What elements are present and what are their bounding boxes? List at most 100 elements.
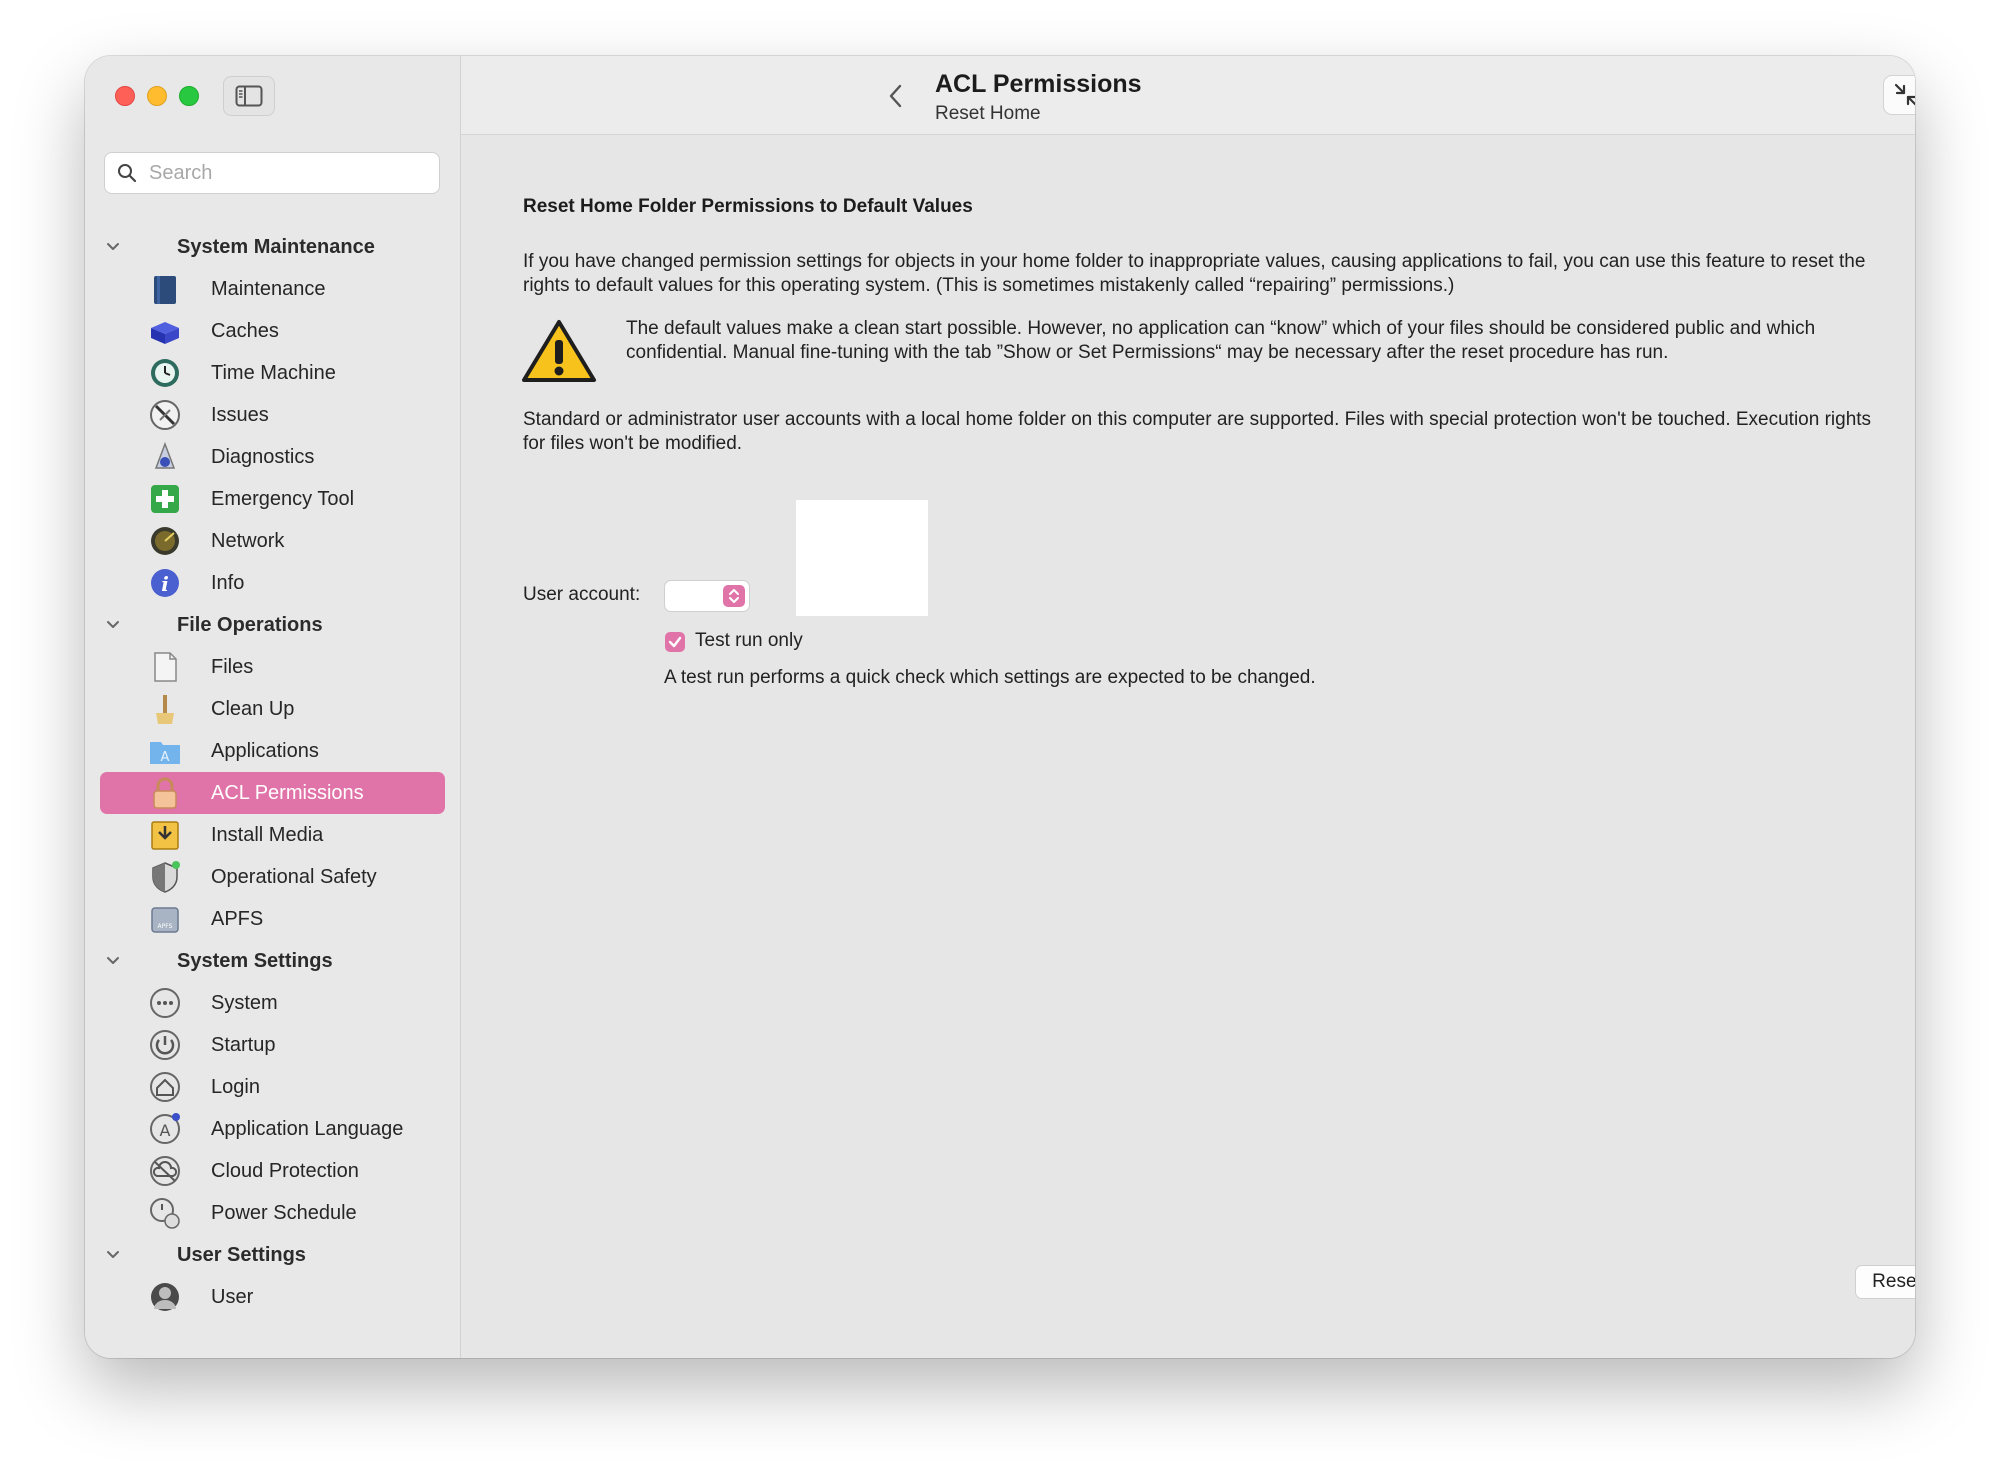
schedule-icon	[150, 1198, 180, 1229]
sidebar-item-label: Info	[211, 571, 245, 594]
sidebar-item-install-media[interactable]: Install Media	[100, 814, 445, 856]
sidebar-item-label: Login	[211, 1075, 260, 1098]
system-icon	[150, 988, 180, 1018]
sidebar-item-caches[interactable]: Caches	[100, 310, 445, 352]
home-icon	[150, 1072, 180, 1102]
zoom-window-button[interactable]	[179, 86, 199, 106]
toolbar: ACL Permissions Reset Home ?	[461, 56, 1915, 135]
sidebar-item-label: System	[211, 991, 278, 1014]
back-button[interactable]	[885, 83, 907, 114]
sidebar-group-header[interactable]: System Maintenance	[85, 226, 460, 268]
sidebar-toggle-button[interactable]	[223, 76, 275, 116]
description-text: If you have changed permission settings …	[523, 251, 1866, 296]
svg-text:A: A	[160, 1121, 171, 1140]
sidebar-item-maintenance[interactable]: Maintenance	[100, 268, 445, 310]
sidebar-item-emergency-tool[interactable]: Emergency Tool	[100, 478, 445, 520]
chevron-down-icon[interactable]	[105, 618, 121, 632]
files-icon	[154, 652, 177, 682]
sidebar-group-title: System Maintenance	[177, 235, 375, 258]
chevron-up-down-icon	[729, 589, 739, 603]
sidebar-item-label: Startup	[211, 1033, 276, 1056]
sidebar-item-login[interactable]: Login	[100, 1066, 445, 1108]
collapse-view-button[interactable]	[1883, 75, 1915, 115]
search-field[interactable]	[104, 152, 440, 194]
language-icon: A	[150, 1113, 180, 1144]
svg-text:APFS: APFS	[158, 923, 173, 930]
lock-icon	[153, 777, 177, 809]
sidebar-item-files[interactable]: Files	[100, 646, 445, 688]
sidebar-item-label: Issues	[211, 403, 269, 426]
sidebar-group-title: System Settings	[177, 949, 333, 972]
sidebar-item-label: ACL Permissions	[211, 781, 364, 804]
sidebar-item-label: APFS	[211, 907, 264, 930]
sidebar-item-application-language[interactable]: A Application Language	[100, 1108, 445, 1150]
sidebar-group-header[interactable]: File Operations	[85, 604, 460, 646]
sidebar-group-header[interactable]: User Settings	[85, 1234, 460, 1276]
sidebar-item-cloud-protection[interactable]: Cloud Protection	[100, 1150, 445, 1192]
time-machine-icon	[151, 359, 179, 387]
test-run-note: A test run performs a quick check which …	[664, 667, 1316, 688]
app-window: System Maintenance Maintenance Caches Time …	[85, 56, 1915, 1358]
sidebar-item-system[interactable]: System	[100, 982, 445, 1024]
collapse-arrows-icon	[1894, 83, 1915, 106]
sidebar-item-label: Files	[211, 655, 254, 678]
sidebar-item-label: Clean Up	[211, 697, 295, 720]
emergency-tool-icon	[151, 485, 179, 513]
svg-text:i: i	[161, 572, 169, 596]
window-controls	[115, 86, 199, 106]
sidebar-item-power-schedule[interactable]: Power Schedule	[100, 1192, 445, 1234]
user-icon	[151, 1283, 179, 1311]
sidebar-item-label: Emergency Tool	[211, 487, 355, 510]
sidebar-item-acl-permissions[interactable]: ACL Permissions	[100, 772, 445, 814]
sidebar-item-user[interactable]: User	[100, 1276, 445, 1318]
sidebar-item-label: Diagnostics	[211, 445, 315, 468]
sidebar-item-label: Operational Safety	[211, 865, 377, 888]
support-text: Standard or administrator user accounts …	[523, 409, 1872, 454]
power-icon	[150, 1030, 180, 1060]
diagnostics-icon	[154, 441, 176, 469]
network-icon	[151, 527, 179, 555]
test-run-label[interactable]: Test run only	[695, 630, 803, 652]
test-run-checkbox[interactable]	[665, 632, 685, 652]
sidebar-item-network[interactable]: Network	[100, 520, 445, 562]
chevron-down-icon[interactable]	[105, 1248, 121, 1262]
sidebar-item-label: Cloud Protection	[211, 1159, 359, 1182]
sidebar-item-operational-safety[interactable]: Operational Safety	[100, 856, 445, 898]
user-image-area	[796, 500, 928, 616]
minimize-window-button[interactable]	[147, 86, 167, 106]
sidebar-item-diagnostics[interactable]: Diagnostics	[100, 436, 445, 478]
applications-icon: A	[150, 742, 180, 765]
sidebar-item-applications[interactable]: A Applications	[100, 730, 445, 772]
sidebar-group-header[interactable]: System Settings	[85, 940, 460, 982]
warning-text: The default values make a clean start po…	[626, 318, 1816, 363]
issues-icon	[150, 400, 180, 430]
sidebar-item-clean-up[interactable]: Clean Up	[100, 688, 445, 730]
user-account-label: User account:	[523, 584, 641, 605]
sidebar-group-title: File Operations	[177, 613, 323, 636]
popup-stepper	[723, 585, 745, 607]
sidebar-item-label: Time Machine	[211, 361, 336, 384]
maintenance-icon	[154, 276, 176, 304]
sidebar-item-time-machine[interactable]: Time Machine	[100, 352, 445, 394]
sidebar-item-apfs[interactable]: APFS APFS	[100, 898, 445, 940]
sidebar-nav: System Maintenance Maintenance Caches Time …	[85, 226, 460, 1318]
sidebar-item-info[interactable]: i Info	[100, 562, 445, 604]
sidebar-item-issues[interactable]: Issues	[100, 394, 445, 436]
chevron-down-icon[interactable]	[105, 240, 121, 254]
page-subtitle: Reset Home	[935, 103, 1041, 124]
chevron-left-icon	[889, 84, 902, 108]
shield-icon	[152, 861, 180, 893]
search-icon	[118, 164, 137, 183]
sidebar-item-startup[interactable]: Startup	[100, 1024, 445, 1066]
close-window-button[interactable]	[115, 86, 135, 106]
user-account-popup[interactable]	[664, 580, 750, 612]
sidebar-item-label: Network	[211, 529, 285, 552]
sidebar-icon	[235, 85, 263, 107]
info-icon: i	[151, 569, 179, 597]
checkmark-icon	[668, 636, 682, 648]
reset-button[interactable]: Reset	[1855, 1265, 1915, 1299]
sidebar-item-label: Power Schedule	[211, 1201, 357, 1224]
sidebar: System Maintenance Maintenance Caches Time …	[85, 56, 461, 1358]
chevron-down-icon[interactable]	[105, 954, 121, 968]
search-input[interactable]	[147, 160, 431, 186]
